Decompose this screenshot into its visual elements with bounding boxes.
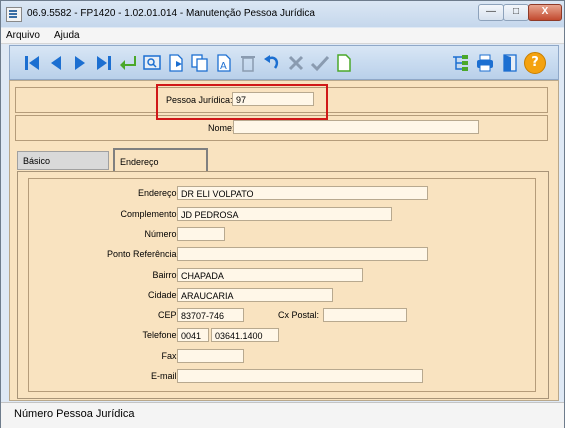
close-button[interactable]: X bbox=[528, 4, 562, 21]
tab-endereco[interactable]: Endereço bbox=[113, 148, 208, 172]
telefone-label: Telefone: bbox=[142, 330, 179, 340]
edit-icon[interactable]: A bbox=[214, 53, 234, 73]
app-icon bbox=[6, 7, 22, 22]
ponto-referencia-field[interactable] bbox=[177, 247, 428, 261]
ponto-referencia-label: Ponto Referência: bbox=[106, 249, 179, 259]
svg-text:A: A bbox=[220, 61, 227, 72]
endereco-label: Endereço: bbox=[137, 188, 179, 198]
bairro-field[interactable]: CHAPADA bbox=[177, 268, 363, 282]
search-icon[interactable] bbox=[142, 53, 162, 73]
numero-field[interactable] bbox=[177, 227, 225, 241]
cidade-field[interactable]: ARAUCARIA bbox=[177, 288, 333, 302]
menu-ajuda[interactable]: Ajuda bbox=[54, 30, 80, 41]
menu-arquivo[interactable]: Arquivo bbox=[6, 30, 40, 41]
save-check-icon[interactable] bbox=[310, 53, 330, 73]
maximize-button[interactable]: □ bbox=[503, 4, 529, 21]
new-record-icon[interactable] bbox=[166, 53, 186, 73]
help-icon[interactable]: ? bbox=[524, 52, 546, 74]
cep-label: CEP: bbox=[157, 310, 179, 320]
tree-icon[interactable] bbox=[450, 53, 470, 73]
window-title: 06.9.5582 - FP1420 - 1.02.01.014 - Manut… bbox=[27, 8, 315, 19]
status-bar: Número Pessoa Jurídica bbox=[1, 402, 564, 428]
print-icon[interactable] bbox=[475, 53, 495, 73]
complemento-label: Complemento: bbox=[120, 209, 179, 219]
title-bar[interactable]: 06.9.5582 - FP1420 - 1.02.01.014 - Manut… bbox=[1, 1, 564, 27]
telefone-number-field[interactable]: 03641.1400 bbox=[211, 328, 279, 342]
minimize-button[interactable]: — bbox=[478, 4, 504, 21]
endereco-tab-panel: Endereço: DR ELI VOLPATO Complemento: JD… bbox=[17, 171, 549, 399]
tab-basico[interactable]: Básico bbox=[17, 151, 109, 170]
undo-icon[interactable] bbox=[262, 53, 282, 73]
cidade-label: Cidade: bbox=[147, 290, 179, 300]
endereco-group: Endereço: DR ELI VOLPATO Complemento: JD… bbox=[28, 178, 536, 392]
toolbar: A ? bbox=[9, 45, 559, 80]
cx-postal-label: Cx Postal: bbox=[278, 310, 320, 320]
numero-label: Número: bbox=[144, 229, 179, 239]
next-record-icon[interactable] bbox=[70, 53, 90, 73]
fax-field[interactable] bbox=[177, 349, 244, 363]
status-text: Número Pessoa Jurídica bbox=[14, 408, 135, 420]
bairro-label: Bairro: bbox=[152, 270, 179, 280]
email-label: E-mail: bbox=[150, 371, 179, 381]
menu-bar: Arquivo Ajuda bbox=[1, 28, 564, 44]
delete-icon[interactable] bbox=[238, 53, 258, 73]
application-window: 06.9.5582 - FP1420 - 1.02.01.014 - Manut… bbox=[0, 0, 565, 428]
form-content: Pessoa Jurídica: 97 Nome: Básico Endereç… bbox=[9, 80, 559, 401]
nome-label: Nome: bbox=[208, 123, 235, 133]
cep-field[interactable]: 83707-746 bbox=[177, 308, 244, 322]
complemento-field[interactable]: JD PEDROSA bbox=[177, 207, 392, 221]
telefone-ddd-field[interactable]: 0041 bbox=[177, 328, 209, 342]
email-field[interactable] bbox=[177, 369, 423, 383]
cancel-icon[interactable] bbox=[286, 53, 306, 73]
nome-field[interactable] bbox=[233, 120, 479, 134]
first-record-icon[interactable] bbox=[22, 53, 42, 73]
blank-document-icon[interactable] bbox=[334, 53, 354, 73]
copy-icon[interactable] bbox=[190, 53, 210, 73]
last-record-icon[interactable] bbox=[94, 53, 114, 73]
cx-postal-field[interactable] bbox=[323, 308, 407, 322]
endereco-field[interactable]: DR ELI VOLPATO bbox=[177, 186, 428, 200]
previous-record-icon[interactable] bbox=[46, 53, 66, 73]
confirm-return-icon[interactable] bbox=[118, 53, 138, 73]
highlight-box bbox=[156, 84, 328, 120]
exit-door-icon[interactable] bbox=[500, 53, 520, 73]
